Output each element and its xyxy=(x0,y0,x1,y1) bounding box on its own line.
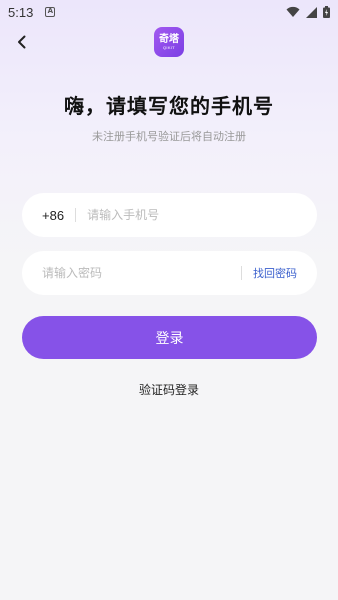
password-divider xyxy=(241,266,242,280)
app-logo: 奇塔 QIKIT xyxy=(154,27,184,57)
page-title: 嗨，请填写您的手机号 xyxy=(64,94,274,118)
password-input[interactable] xyxy=(42,266,230,280)
phone-divider xyxy=(75,208,77,222)
page-subtitle: 未注册手机号验证后将自动注册 xyxy=(92,130,246,143)
status-time: 5:13 xyxy=(8,4,34,20)
phone-field: +86 xyxy=(22,193,317,237)
status-icons xyxy=(286,6,330,18)
logo-sub-text: QIKIT xyxy=(163,45,175,50)
wifi-icon xyxy=(286,6,300,17)
back-arrow-icon xyxy=(18,35,26,49)
logo-main-text: 奇塔 xyxy=(159,34,179,45)
status-bar: 5:13 A xyxy=(0,0,338,24)
notification-icon: A xyxy=(45,7,56,17)
password-field: 找回密码 xyxy=(22,251,317,295)
login-button[interactable]: 登录 xyxy=(22,316,317,359)
battery-icon xyxy=(323,6,330,18)
signal-icon xyxy=(306,6,317,18)
phone-input[interactable] xyxy=(87,208,297,222)
forgot-password-link[interactable]: 找回密码 xyxy=(253,265,297,281)
code-login-link[interactable]: 验证码登录 xyxy=(0,381,338,398)
country-code[interactable]: +86 xyxy=(42,208,64,223)
back-button[interactable] xyxy=(10,30,34,54)
